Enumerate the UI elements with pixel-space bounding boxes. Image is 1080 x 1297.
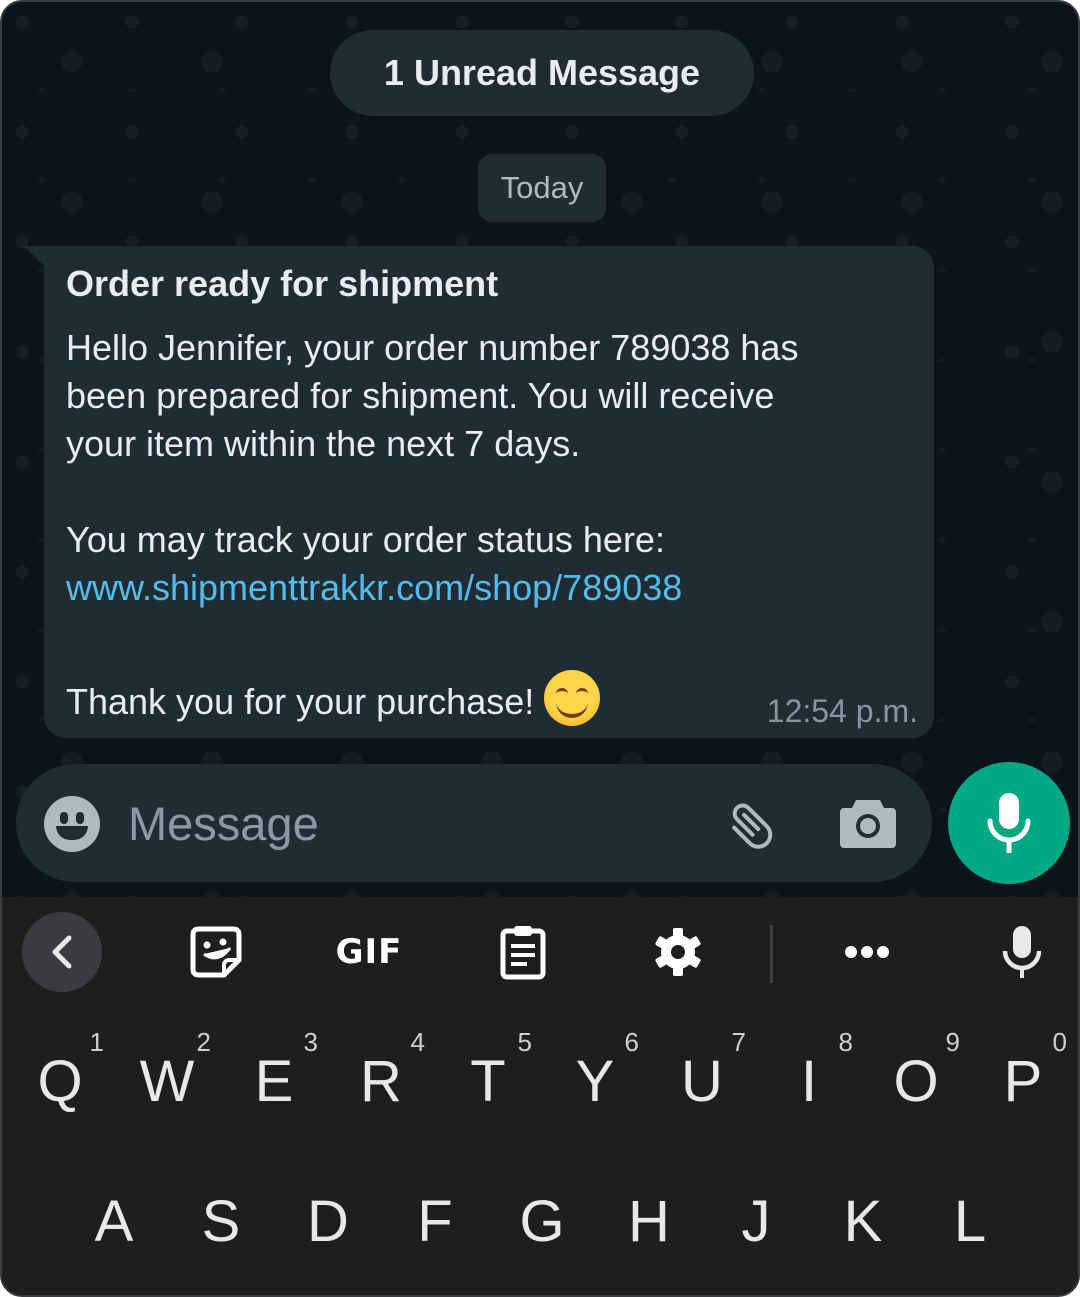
message-bubble[interactable]: Order ready for shipment Hello Jennifer,… (44, 246, 934, 738)
key-k[interactable]: K (813, 1159, 913, 1269)
key-w[interactable]: W2 (117, 1019, 217, 1129)
key-letter: K (843, 1189, 883, 1254)
more-horizontal-icon[interactable] (827, 912, 907, 992)
emoji-icon[interactable] (44, 796, 100, 852)
message-body: Hello Jennifer, your order number 789038… (66, 324, 912, 726)
key-letter: Q (37, 1049, 83, 1114)
soft-keyboard: G I F Q 1 W 2 E 3 R 4 T 5 Y 6 U 7 I 8 O 9 … (2, 897, 1078, 1295)
key-p[interactable]: P0 (973, 1019, 1073, 1129)
key-o[interactable]: O9 (866, 1019, 966, 1129)
phone-screen: 1 Unread Message Today Order ready for s… (0, 0, 1080, 1297)
key-letter: Y (575, 1049, 615, 1114)
gif-button[interactable]: GIF (329, 912, 409, 992)
message-composer (16, 764, 932, 882)
chevron-left-icon[interactable] (22, 912, 102, 992)
microphone-icon (987, 793, 1031, 853)
key-l[interactable]: L (920, 1159, 1020, 1269)
gif-label: GIF (335, 932, 403, 972)
key-number-hint: 1 (89, 1027, 104, 1057)
key-letter: D (307, 1189, 349, 1254)
key-i[interactable]: I8 (759, 1019, 859, 1129)
key-number-hint: 5 (517, 1027, 532, 1057)
unread-messages-banner: 1 Unread Message (330, 30, 754, 116)
key-letter: F (417, 1189, 453, 1254)
message-line: been prepared for shipment. You will rec… (66, 375, 775, 416)
key-number-hint: 2 (196, 1027, 211, 1057)
key-f[interactable]: F (385, 1159, 485, 1269)
key-h[interactable]: H (599, 1159, 699, 1269)
key-number-hint: 8 (838, 1027, 853, 1057)
key-letter: E (254, 1049, 294, 1114)
key-j[interactable]: J (706, 1159, 806, 1269)
date-divider: Today (478, 154, 606, 222)
chat-area[interactable]: 1 Unread Message Today Order ready for s… (2, 2, 1078, 897)
key-a[interactable]: A (64, 1159, 164, 1269)
smiling-face-emoji-icon (544, 670, 601, 726)
message-title: Order ready for shipment (66, 263, 499, 304)
key-letter: G (519, 1189, 565, 1254)
camera-icon[interactable] (838, 794, 898, 850)
key-g[interactable]: G (492, 1159, 592, 1269)
key-t[interactable]: T5 (438, 1019, 538, 1129)
gear-icon[interactable] (638, 912, 718, 992)
key-letter: H (628, 1189, 670, 1254)
key-number-hint: 7 (731, 1027, 746, 1057)
key-d[interactable]: D (278, 1159, 378, 1269)
key-q[interactable]: Q1 (10, 1019, 110, 1129)
key-letter: A (94, 1189, 134, 1254)
key-letter: I (800, 1049, 818, 1114)
key-s[interactable]: S (171, 1159, 271, 1269)
key-letter: W (139, 1049, 195, 1114)
key-number-hint: 4 (410, 1027, 425, 1057)
paperclip-icon[interactable] (722, 790, 786, 854)
message-input[interactable] (128, 784, 688, 862)
key-e[interactable]: E3 (224, 1019, 324, 1129)
toolbar-divider (770, 925, 773, 983)
message-line: Hello Jennifer, your order number 789038… (66, 327, 799, 368)
key-number-hint: 9 (945, 1027, 960, 1057)
closing-text: Thank you for your purchase! (66, 681, 535, 722)
clipboard-icon[interactable] (483, 912, 563, 992)
microphone-icon[interactable] (982, 912, 1062, 992)
sticker-icon[interactable] (176, 912, 256, 992)
tracking-link[interactable]: www.shipmenttrakkr.com/shop/789038 (66, 564, 912, 612)
key-u[interactable]: U7 (652, 1019, 752, 1129)
message-timestamp: 12:54 p.m. (766, 693, 918, 729)
key-letter: O (893, 1049, 939, 1114)
key-number-hint: 3 (303, 1027, 318, 1057)
key-letter: T (470, 1049, 506, 1114)
key-y[interactable]: Y6 (545, 1019, 645, 1129)
message-line: You may track your order status here: (66, 519, 665, 560)
voice-message-button[interactable] (948, 762, 1070, 884)
key-r[interactable]: R4 (331, 1019, 431, 1129)
key-number-hint: 0 (1052, 1027, 1067, 1057)
key-letter: U (681, 1049, 723, 1114)
key-letter: R (360, 1049, 402, 1114)
keyboard-toolbar: GIF (2, 897, 1078, 1007)
key-letter: L (953, 1189, 987, 1254)
bubble-tail (24, 246, 46, 268)
key-letter: S (201, 1189, 241, 1254)
message-line: your item within the next 7 days. (66, 423, 581, 464)
key-number-hint: 6 (624, 1027, 639, 1057)
key-letter: J (741, 1189, 771, 1254)
key-letter: P (1003, 1049, 1043, 1114)
